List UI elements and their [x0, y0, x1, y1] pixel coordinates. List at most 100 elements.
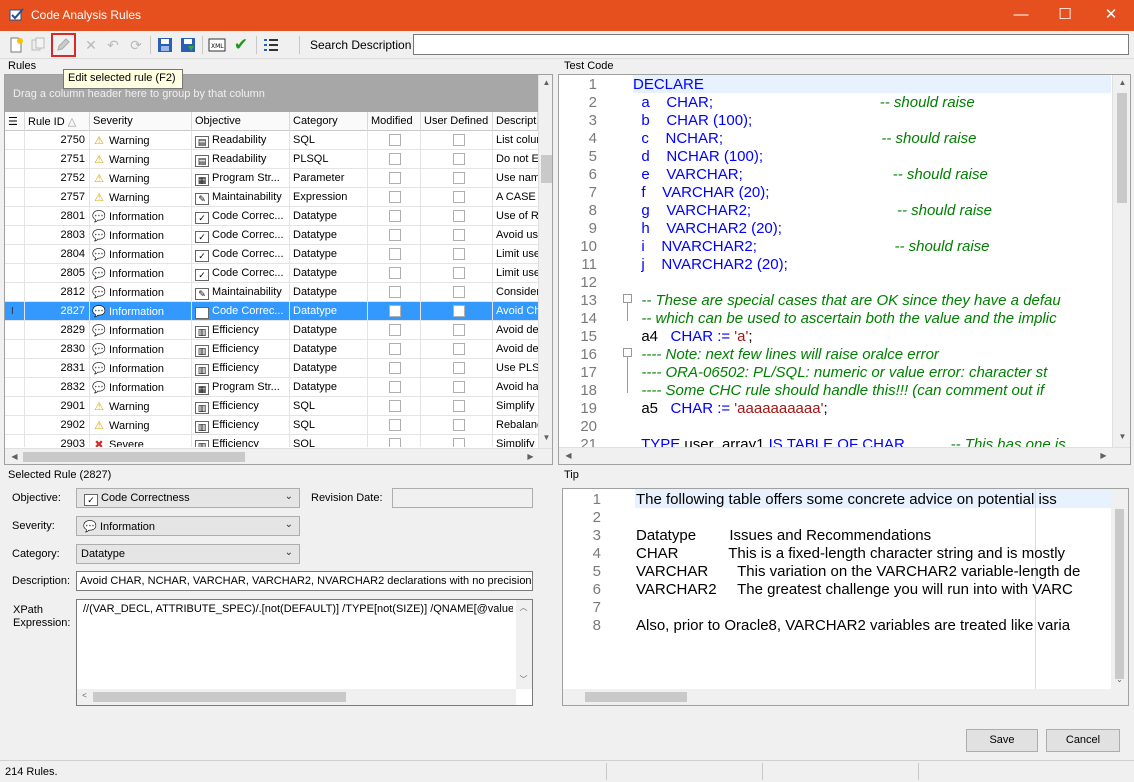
row-indicator[interactable]: [5, 207, 25, 225]
category-cell[interactable]: Datatype: [290, 283, 368, 301]
modified-checkbox[interactable]: [389, 248, 401, 260]
modified-cell[interactable]: [368, 378, 421, 396]
severity-cell[interactable]: 💬 Information: [90, 245, 192, 263]
modified-checkbox[interactable]: [389, 191, 401, 203]
user-defined-checkbox[interactable]: [453, 286, 465, 298]
save-icon[interactable]: [155, 35, 175, 55]
description-cell[interactable]: Avoid us: [493, 226, 538, 244]
user-defined-cell[interactable]: [421, 359, 493, 377]
severity-cell[interactable]: ⚠ Warning: [90, 416, 192, 434]
objective-cell[interactable]: ▥ Efficiency: [192, 340, 290, 358]
search-description-input[interactable]: [413, 34, 1129, 55]
category-cell[interactable]: Datatype: [290, 359, 368, 377]
scroll-left-icon[interactable]: ◀: [561, 451, 576, 460]
rule-id-cell[interactable]: 2827: [25, 302, 90, 320]
save-button[interactable]: Save: [966, 729, 1038, 752]
copy-rule-icon[interactable]: [28, 35, 48, 55]
scroll-thumb[interactable]: [585, 692, 687, 702]
modified-cell[interactable]: [368, 207, 421, 225]
row-indicator[interactable]: [5, 378, 25, 396]
rule-id-cell[interactable]: 2832: [25, 378, 90, 396]
description-cell[interactable]: Do not E: [493, 150, 538, 168]
rule-id-cell[interactable]: 2901: [25, 397, 90, 415]
row-indicator[interactable]: [5, 131, 25, 149]
user-defined-checkbox[interactable]: [453, 419, 465, 431]
objective-cell[interactable]: ✓ Code Correc...: [192, 226, 290, 244]
user-defined-cell[interactable]: [421, 340, 493, 358]
user-defined-checkbox[interactable]: [453, 134, 465, 146]
category-cell[interactable]: Datatype: [290, 207, 368, 225]
category-combo[interactable]: Datatype ⌄: [76, 544, 300, 564]
scroll-down-icon[interactable]: ▼: [1115, 432, 1130, 441]
row-indicator[interactable]: [5, 359, 25, 377]
column-header-severity[interactable]: Severity: [90, 112, 192, 131]
category-cell[interactable]: Datatype: [290, 321, 368, 339]
objective-cell[interactable]: ▦ Program Str...: [192, 378, 290, 396]
severity-cell[interactable]: ⚠ Warning: [90, 150, 192, 168]
severity-cell[interactable]: ⚠ Warning: [90, 131, 192, 149]
scroll-thumb[interactable]: [1115, 509, 1124, 679]
user-defined-checkbox[interactable]: [453, 153, 465, 165]
user-defined-checkbox[interactable]: [453, 210, 465, 222]
xpath-vertical-scrollbar[interactable]: ︿ ﹀: [516, 600, 532, 689]
user-defined-cell[interactable]: [421, 435, 493, 447]
description-field[interactable]: Avoid CHAR, NCHAR, VARCHAR, VARCHAR2, NV…: [76, 571, 533, 591]
table-row[interactable]: 2752 ⚠ Warning ▦ Program Str... Parameter Use …: [5, 169, 538, 188]
description-cell[interactable]: Avoid de: [493, 321, 538, 339]
table-row[interactable]: 2903✖Severe▥EfficiencySQL Simplify C: [5, 435, 538, 447]
modified-cell[interactable]: [368, 283, 421, 301]
objective-cell[interactable]: ▥ Efficiency: [192, 359, 290, 377]
table-row[interactable]: 2757 ⚠ Warning ✎ Maintainability Expression A …: [5, 188, 538, 207]
modified-cell[interactable]: [368, 245, 421, 263]
revision-date-field[interactable]: [392, 488, 533, 508]
description-cell[interactable]: Use nam: [493, 169, 538, 187]
description-cell[interactable]: Simplify C: [493, 435, 538, 447]
scroll-down-icon[interactable]: ▼: [539, 433, 552, 442]
scroll-thumb[interactable]: [1117, 93, 1127, 203]
column-header-objective[interactable]: Objective: [192, 112, 290, 131]
row-indicator[interactable]: [5, 188, 25, 206]
user-defined-cell[interactable]: [421, 245, 493, 263]
severity-cell[interactable]: ⚠ Warning: [90, 188, 192, 206]
description-cell[interactable]: Limit use: [493, 245, 538, 263]
table-row[interactable]: 2832 💬 Information ▦ Program Str... Datatype A…: [5, 378, 538, 397]
category-cell[interactable]: Expression: [290, 188, 368, 206]
table-row[interactable]: 2803 💬 Information ✓ Code Correc... Datatype A…: [5, 226, 538, 245]
row-indicator[interactable]: [5, 150, 25, 168]
scroll-thumb[interactable]: [541, 155, 552, 183]
modified-checkbox[interactable]: [389, 438, 401, 447]
objective-cell[interactable]: ✎ Maintainability: [192, 188, 290, 206]
rule-id-cell[interactable]: 2804: [25, 245, 90, 263]
scroll-right-icon[interactable]: ▶: [1096, 451, 1111, 460]
redo-icon[interactable]: ⟳: [126, 35, 146, 55]
column-header-modified[interactable]: Modified: [368, 112, 421, 131]
objective-cell[interactable]: ✓ Code Correc...: [192, 302, 290, 320]
modified-checkbox[interactable]: [389, 381, 401, 393]
objective-cell[interactable]: ▤ Readability: [192, 150, 290, 168]
user-defined-cell[interactable]: [421, 264, 493, 282]
objective-cell[interactable]: ▥ Efficiency: [192, 321, 290, 339]
table-row[interactable]: 2750⚠Warning▤ReadabilitySQL List colum: [5, 131, 538, 150]
severity-cell[interactable]: 💬 Information: [90, 226, 192, 244]
user-defined-cell[interactable]: [421, 150, 493, 168]
severity-cell[interactable]: ✖ Severe: [90, 435, 192, 447]
xpath-horizontal-scrollbar[interactable]: <: [77, 689, 516, 705]
modified-checkbox[interactable]: [389, 210, 401, 222]
column-header-category[interactable]: Category: [290, 112, 368, 131]
table-row[interactable]: 2801 💬 Information ✓ Code Correc... Datatype U…: [5, 207, 538, 226]
modified-checkbox[interactable]: [389, 343, 401, 355]
table-row[interactable]: 2901⚠Warning▥EfficiencySQL Simplify N: [5, 397, 538, 416]
severity-combo[interactable]: 💬 Information ⌄: [76, 516, 300, 536]
row-indicator[interactable]: [5, 283, 25, 301]
modified-cell[interactable]: [368, 416, 421, 434]
modified-cell[interactable]: [368, 340, 421, 358]
user-defined-checkbox[interactable]: [453, 400, 465, 412]
category-cell[interactable]: SQL: [290, 397, 368, 415]
category-cell[interactable]: Datatype: [290, 378, 368, 396]
table-row[interactable]: 2805 💬 Information ✓ Code Correc... Datatype L…: [5, 264, 538, 283]
modified-cell[interactable]: [368, 397, 421, 415]
objective-cell[interactable]: ▥ Efficiency: [192, 416, 290, 434]
modified-checkbox[interactable]: [389, 229, 401, 241]
tip-vertical-scrollbar[interactable]: ⌄: [1111, 489, 1128, 689]
table-row[interactable]: I 2827 💬 Information ✓ Code Correc... Datatype…: [5, 302, 538, 321]
